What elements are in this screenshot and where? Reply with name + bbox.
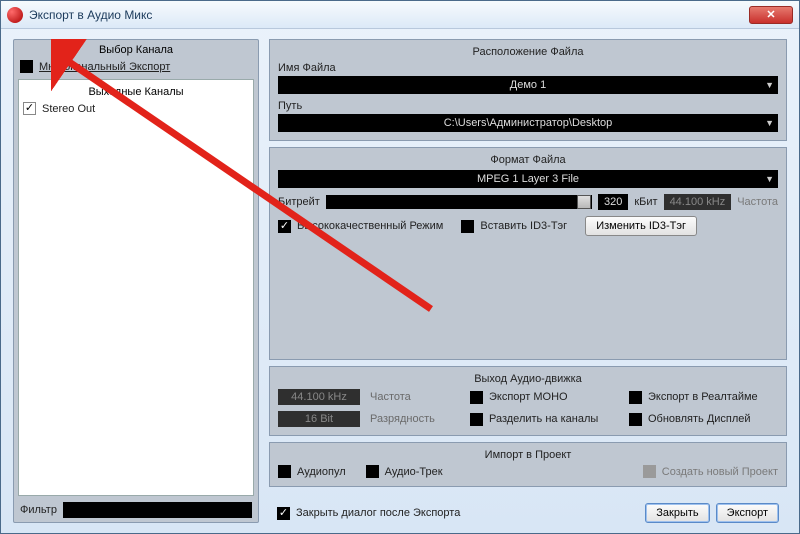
file-path-value: C:\Users\Администратор\Desktop <box>444 117 613 129</box>
file-format-title: Формат Файла <box>278 154 778 166</box>
create-project-label: Создать новый Проект <box>662 466 778 478</box>
multichannel-export-checkbox[interactable] <box>20 60 33 73</box>
file-format-value: MPEG 1 Layer 3 File <box>477 173 579 185</box>
audio-engine-section: Выход Аудио-движка 44.100 kHz Частота Эк… <box>269 366 787 436</box>
export-mono-checkbox[interactable] <box>470 391 483 404</box>
filter-input[interactable] <box>63 502 252 518</box>
audiotrack-label: Аудио-Трек <box>385 466 443 478</box>
dialog-bottom-row: Закрыть диалог после Экспорта Закрыть Эк… <box>269 499 787 523</box>
chevron-down-icon: ▼ <box>765 174 774 184</box>
close-after-export-checkbox[interactable] <box>277 507 290 520</box>
realtime-export-label: Экспорт в Реалтайме <box>648 391 758 403</box>
bitrate-value[interactable]: 320 <box>598 194 628 210</box>
file-location-title: Расположение Файла <box>278 46 778 58</box>
engine-samplerate-label: Частота <box>370 391 460 403</box>
export-button[interactable]: Экспорт <box>716 503 779 523</box>
channel-selection-panel: Выбор Канала Многоканальный Экспорт Выхо… <box>13 39 259 523</box>
export-mono-label: Экспорт МОНО <box>489 391 568 403</box>
audio-engine-title: Выход Аудио-движка <box>278 373 778 385</box>
file-path-label: Путь <box>278 100 778 112</box>
bitrate-slider[interactable] <box>326 195 592 209</box>
stereo-out-label: Stereo Out <box>42 103 95 115</box>
import-project-title: Импорт в Проект <box>278 449 778 461</box>
update-display-label: Обновлять Дисплей <box>648 413 751 425</box>
insert-id3-label: Вставить ID3-Тэг <box>480 220 567 232</box>
realtime-export-checkbox[interactable] <box>629 391 642 404</box>
file-location-section: Расположение Файла Имя Файла Демо 1 ▼ Пу… <box>269 39 787 141</box>
close-window-button[interactable]: ✕ <box>749 6 793 24</box>
multichannel-export-label: Многоканальный Экспорт <box>39 61 170 73</box>
import-project-section: Импорт в Проект Аудиопул Аудио-Трек Созд… <box>269 442 787 487</box>
output-channels-list: Выходные Каналы Stereo Out <box>18 79 254 496</box>
audiopool-label: Аудиопул <box>297 466 346 478</box>
titlebar: Экспорт в Аудио Микс ✕ <box>1 1 799 29</box>
audiotrack-checkbox[interactable] <box>366 465 379 478</box>
bitrate-slider-thumb[interactable] <box>577 195 591 209</box>
export-audio-mixdown-window: Экспорт в Аудио Микс ✕ Выбор Канала Мног… <box>0 0 800 534</box>
format-samplerate-value: 44.100 kHz <box>664 194 732 210</box>
engine-samplerate-value: 44.100 kHz <box>278 389 360 405</box>
file-name-label: Имя Файла <box>278 62 778 74</box>
file-path-dropdown[interactable]: C:\Users\Администратор\Desktop ▼ <box>278 114 778 132</box>
close-after-export-label: Закрыть диалог после Экспорта <box>296 507 460 519</box>
right-column: Расположение Файла Имя Файла Демо 1 ▼ Пу… <box>269 39 787 523</box>
chevron-down-icon: ▼ <box>765 118 774 128</box>
engine-bitdepth-label: Разрядность <box>370 413 460 425</box>
split-channels-label: Разделить на каналы <box>489 413 598 425</box>
audiopool-checkbox[interactable] <box>278 465 291 478</box>
output-channels-header: Выходные Каналы <box>23 86 249 98</box>
engine-bitdepth-value: 16 Bit <box>278 411 360 427</box>
format-samplerate-label: Частота <box>737 196 778 208</box>
insert-id3-checkbox[interactable] <box>461 220 474 233</box>
file-format-dropdown[interactable]: MPEG 1 Layer 3 File ▼ <box>278 170 778 188</box>
chevron-down-icon: ▼ <box>765 80 774 90</box>
bitrate-unit: кБит <box>634 196 657 208</box>
file-name-dropdown[interactable]: Демо 1 ▼ <box>278 76 778 94</box>
app-icon <box>7 7 23 23</box>
window-title: Экспорт в Аудио Микс <box>29 8 749 22</box>
update-display-checkbox[interactable] <box>629 413 642 426</box>
bitrate-label: Битрейт <box>278 196 320 208</box>
hq-mode-checkbox[interactable] <box>278 220 291 233</box>
stereo-out-checkbox[interactable] <box>23 102 36 115</box>
channel-selection-title: Выбор Канала <box>14 40 258 58</box>
hq-mode-label: Высококачественный Режим <box>297 220 443 232</box>
close-button[interactable]: Закрыть <box>645 503 709 523</box>
close-icon: ✕ <box>766 8 775 21</box>
file-name-value: Демо 1 <box>510 79 546 91</box>
file-format-section: Формат Файла MPEG 1 Layer 3 File ▼ Битре… <box>269 147 787 360</box>
create-project-checkbox <box>643 465 656 478</box>
edit-id3-button[interactable]: Изменить ID3-Тэг <box>585 216 697 236</box>
filter-label: Фильтр <box>20 504 57 516</box>
split-channels-checkbox[interactable] <box>470 413 483 426</box>
